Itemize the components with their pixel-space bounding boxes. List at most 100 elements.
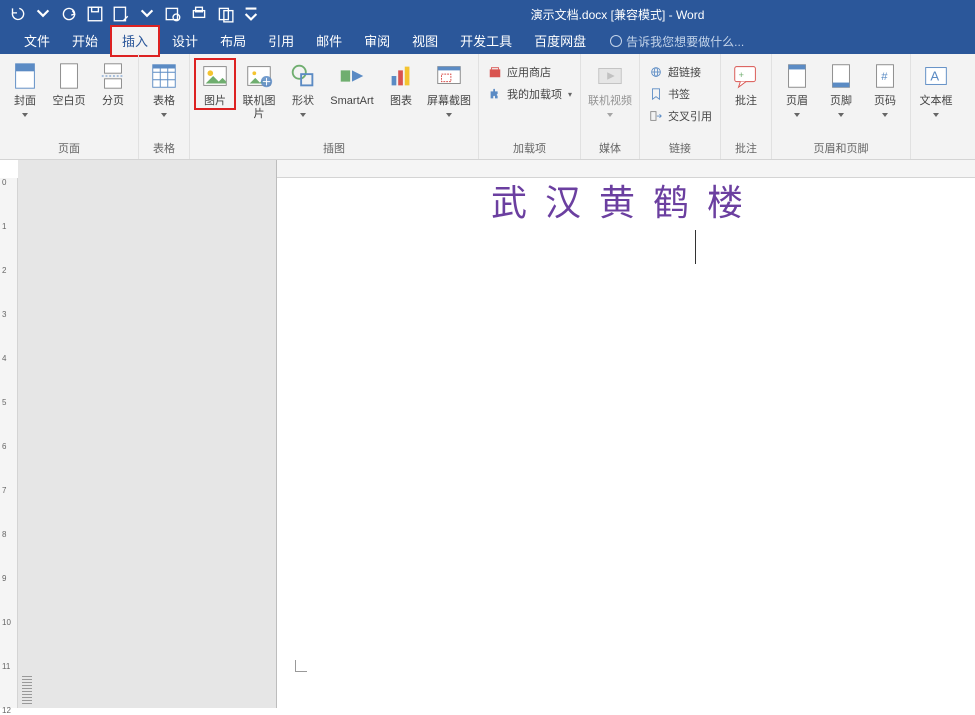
shapes-icon <box>287 60 319 92</box>
group-addins: 应用商店 我的加载项 ▾ 加载项 <box>479 54 581 159</box>
textbox-icon: A <box>920 60 952 92</box>
table-button[interactable]: 表格 <box>143 58 185 119</box>
ruler-tick: 0 <box>2 178 16 187</box>
hyperlink-button[interactable]: 超链接 <box>644 62 716 82</box>
ruler-tick: 5 <box>2 398 16 407</box>
ruler-tick: 8 <box>2 530 16 539</box>
group-text: A 文本框 <box>911 54 961 159</box>
svg-text:+: + <box>739 70 744 80</box>
qat-more-dropdown[interactable] <box>242 5 260 23</box>
bookmark-icon <box>648 86 664 102</box>
preview-button[interactable] <box>164 5 182 23</box>
header-button[interactable]: 页眉 <box>776 58 818 119</box>
group-links: 超链接 书签 交叉引用 链接 <box>640 54 721 159</box>
crossref-icon <box>648 108 664 124</box>
workspace: 0123456789101112 武汉黄鹤楼 <box>0 160 975 708</box>
tab-references[interactable]: 引用 <box>258 27 304 55</box>
crossref-button[interactable]: 交叉引用 <box>644 106 716 126</box>
screenshot-button[interactable]: 屏幕截图 <box>424 58 474 119</box>
svg-text:A: A <box>930 69 939 84</box>
save-button[interactable] <box>86 5 104 23</box>
tab-mailings[interactable]: 邮件 <box>306 27 352 55</box>
tab-layout[interactable]: 布局 <box>210 27 256 55</box>
document-heading[interactable]: 武汉黄鹤楼 <box>491 174 761 226</box>
ruler-tick: 12 <box>2 706 16 715</box>
hyperlink-icon <box>648 64 664 80</box>
tab-view[interactable]: 视图 <box>402 27 448 55</box>
page-break-icon <box>97 60 129 92</box>
group-link-label: 链接 <box>640 138 720 159</box>
footer-button[interactable]: 页脚 <box>820 58 862 119</box>
tab-insert[interactable]: 插入 <box>110 25 160 57</box>
table-icon <box>148 60 180 92</box>
ruler-tick: 10 <box>2 618 16 627</box>
puzzle-icon <box>487 86 503 102</box>
store-icon <box>487 64 503 80</box>
online-picture-icon <box>243 60 275 92</box>
blank-page-button[interactable]: 空白页 <box>48 58 90 110</box>
bulb-icon <box>610 35 622 47</box>
bookmark-button[interactable]: 书签 <box>644 84 716 104</box>
group-media-label: 媒体 <box>581 138 639 159</box>
tab-design[interactable]: 设计 <box>162 27 208 55</box>
group-addin-label: 加载项 <box>479 138 580 159</box>
save-as-button[interactable] <box>112 5 130 23</box>
picture-icon <box>199 60 231 92</box>
undo-dropdown[interactable] <box>34 5 52 23</box>
group-illus-label: 插图 <box>190 138 478 159</box>
tab-home[interactable]: 开始 <box>62 27 108 55</box>
tab-review[interactable]: 审阅 <box>354 27 400 55</box>
smartart-button[interactable]: SmartArt <box>326 58 378 110</box>
comment-icon: + <box>730 60 762 92</box>
ruler-tick: 6 <box>2 442 16 451</box>
quick-access-toolbar <box>0 5 260 23</box>
cover-page-button[interactable]: 封面 <box>4 58 46 119</box>
undo-button[interactable] <box>8 5 26 23</box>
tell-me-search[interactable]: 告诉我您想要做什么... <box>610 33 744 50</box>
split-grip[interactable] <box>22 674 32 704</box>
document-page[interactable]: 武汉黄鹤楼 <box>277 160 975 708</box>
header-icon <box>781 60 813 92</box>
ruler-tick: 1 <box>2 222 16 231</box>
chart-button[interactable]: 图表 <box>380 58 422 110</box>
redo-button[interactable] <box>60 5 78 23</box>
ruler-tick: 4 <box>2 354 16 363</box>
dropdown-icon: ▾ <box>568 90 572 99</box>
vertical-ruler[interactable]: 0123456789101112 <box>0 178 18 708</box>
group-comment-label: 批注 <box>721 138 771 159</box>
tab-developer[interactable]: 开发工具 <box>450 27 522 55</box>
paste-button[interactable] <box>216 5 234 23</box>
my-addins-button[interactable]: 我的加载项 ▾ <box>483 84 576 104</box>
footer-icon <box>825 60 857 92</box>
picture-button[interactable]: 图片 <box>194 58 236 110</box>
group-illustrations: 图片 联机图片 形状 SmartArt 图表 屏幕截图 插 <box>190 54 479 159</box>
comment-button[interactable]: + 批注 <box>725 58 767 110</box>
shapes-button[interactable]: 形状 <box>282 58 324 119</box>
group-table-label: 表格 <box>139 138 189 159</box>
online-video-button[interactable]: 联机视频 <box>585 58 635 119</box>
online-picture-button[interactable]: 联机图片 <box>238 58 280 123</box>
group-media: 联机视频 媒体 <box>581 54 640 159</box>
video-icon <box>594 60 626 92</box>
title-bar: 演示文档.docx [兼容模式] - Word <box>0 0 975 28</box>
textbox-button[interactable]: A 文本框 <box>915 58 957 119</box>
tab-file[interactable]: 文件 <box>14 27 60 55</box>
ruler-tick: 7 <box>2 486 16 495</box>
smartart-icon <box>336 60 368 92</box>
ribbon-tabs: 文件 开始 插入 设计 布局 引用 邮件 审阅 视图 开发工具 百度网盘 告诉我… <box>0 28 975 54</box>
text-cursor <box>695 230 696 264</box>
group-header-footer: 页眉 页脚 # 页码 页眉和页脚 <box>772 54 911 159</box>
group-comment: + 批注 批注 <box>721 54 772 159</box>
page-break-button[interactable]: 分页 <box>92 58 134 110</box>
print-button[interactable] <box>190 5 208 23</box>
svg-text:#: # <box>881 71 888 83</box>
window-title: 演示文档.docx [兼容模式] - Word <box>260 6 975 23</box>
ruler-tick: 2 <box>2 266 16 275</box>
blank-page-icon <box>53 60 85 92</box>
tab-baidu[interactable]: 百度网盘 <box>524 27 596 55</box>
save-as-dropdown[interactable] <box>138 5 156 23</box>
ruler-tick: 9 <box>2 574 16 583</box>
ruler-tick: 3 <box>2 310 16 319</box>
page-number-button[interactable]: # 页码 <box>864 58 906 119</box>
store-button[interactable]: 应用商店 <box>483 62 576 82</box>
